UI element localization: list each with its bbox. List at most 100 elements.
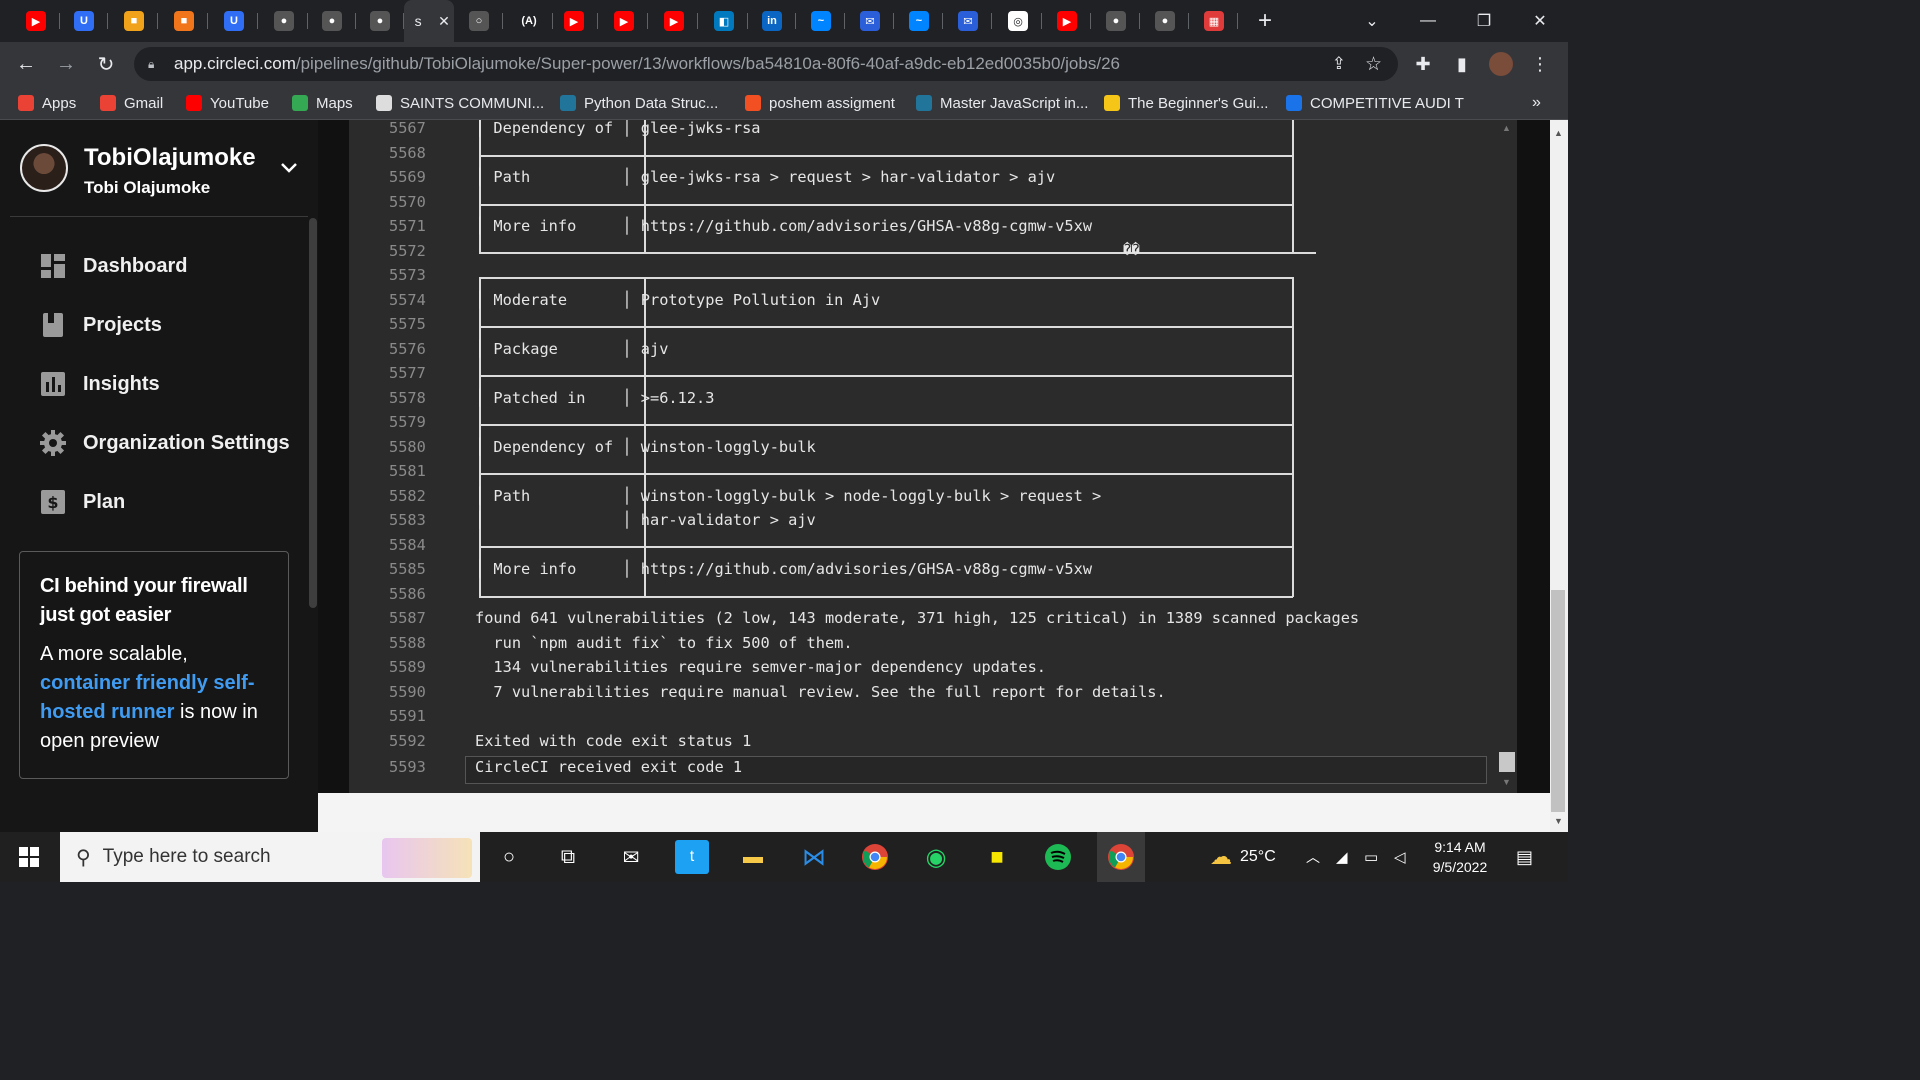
browser-tab[interactable]: ✉ [944, 0, 992, 42]
new-tab-button[interactable]: + [1248, 0, 1282, 42]
browser-tab[interactable]: ▶ [12, 0, 60, 42]
back-arrow-icon[interactable]: ← [12, 50, 40, 78]
terminal-scrollbar-thumb[interactable] [1499, 752, 1515, 772]
page-scrollbar[interactable]: ▲ ▼ [1550, 120, 1568, 832]
browser-tab[interactable]: ◧ [700, 0, 748, 42]
close-tab-icon[interactable]: ✕ [438, 13, 450, 30]
line-number: 5590 [389, 682, 426, 701]
line-number: 5578 [389, 388, 426, 407]
bookmark-star-icon[interactable]: ☆ [1365, 53, 1382, 76]
taskbar-search-box[interactable]: ⚲ Type here to search [60, 832, 480, 882]
browser-tab[interactable]: ◎ [994, 0, 1042, 42]
browser-tab[interactable]: ● [308, 0, 356, 42]
sidebar-item-projects[interactable]: Projects [40, 305, 300, 345]
weather-widget[interactable]: ☁ 25°C [1210, 832, 1276, 882]
browser-tab[interactable]: ~ [895, 0, 943, 42]
share-icon[interactable]: ⇪ [1332, 54, 1346, 74]
chevron-down-icon[interactable] [280, 158, 298, 179]
bookmark-item[interactable]: Gmail [100, 93, 163, 113]
twitter-icon[interactable]: t [675, 840, 709, 874]
sidebar-scrollbar[interactable] [309, 218, 317, 608]
close-window-icon[interactable]: ✕ [1512, 0, 1568, 42]
browser-tab[interactable]: ✉ [846, 0, 894, 42]
sidebar-item-plan[interactable]: $ Plan [40, 482, 300, 522]
bookmark-item[interactable]: Apps [18, 93, 76, 113]
bookmark-label: Apps [42, 94, 77, 112]
browser-tab[interactable]: ▶ [600, 0, 648, 42]
page-scrollbar-thumb[interactable] [1551, 590, 1565, 812]
minimize-icon[interactable]: — [1400, 0, 1456, 42]
profile-avatar[interactable] [1489, 52, 1513, 76]
sidebar-item-label: Projects [83, 313, 162, 336]
spotify-icon[interactable] [1041, 840, 1075, 874]
browser-tab[interactable]: s ✕ [404, 0, 454, 42]
task-view-icon[interactable]: ⧉ [551, 840, 585, 874]
sidebar-item-insights[interactable]: Insights [40, 364, 300, 404]
forward-arrow-icon[interactable]: → [52, 50, 80, 78]
mail-icon[interactable]: ✉ [614, 840, 648, 874]
bookmark-item[interactable]: Master JavaScript in... [916, 93, 1088, 113]
youtube-icon: ▶ [1057, 11, 1077, 31]
browser-tab[interactable]: ▶ [1043, 0, 1091, 42]
file-explorer-icon[interactable]: ▬ [736, 840, 770, 874]
bookmark-item[interactable]: SAINTS COMMUNI... [376, 93, 544, 113]
browser-tab[interactable]: ▶ [550, 0, 598, 42]
chrome-icon[interactable] [858, 840, 892, 874]
browser-tab[interactable]: U [210, 0, 258, 42]
chrome-active-icon[interactable] [1097, 832, 1145, 882]
cortana-icon[interactable]: ○ [492, 840, 526, 874]
browser-tab[interactable]: ● [260, 0, 308, 42]
bookmark-item[interactable]: poshem assigment [745, 93, 895, 113]
tab-separator [107, 13, 108, 29]
bookmark-item[interactable]: Python Data Struc... [560, 93, 718, 113]
browser-tab[interactable]: ● [1092, 0, 1140, 42]
address-bar[interactable]: 🔒︎ app.circleci.com/pipelines/github/Tob… [134, 47, 1398, 81]
browser-tab[interactable]: in [748, 0, 796, 42]
bookmark-item[interactable]: YouTube [186, 93, 269, 113]
youtube-icon: ▶ [26, 11, 46, 31]
vscode-icon[interactable]: ⋈ [797, 840, 831, 874]
browser-tab[interactable]: ■ [110, 0, 158, 42]
handshake-icon [1104, 95, 1120, 111]
clock[interactable]: 9:14 AM 9/5/2022 [1422, 832, 1498, 882]
tab-separator [893, 13, 894, 29]
tab-search-icon[interactable]: ⌄ [1344, 0, 1400, 42]
browser-tab[interactable]: ~ [797, 0, 845, 42]
notifications-icon[interactable]: ▤ [1516, 832, 1533, 882]
bookmark-item[interactable]: COMPETITIVE AUDI T [1286, 93, 1464, 113]
org-switcher[interactable]: TobiOlajumoke Tobi Olajumoke [20, 144, 310, 204]
browser-tab[interactable]: ● [1141, 0, 1189, 42]
browser-tab[interactable]: (A) [505, 0, 553, 42]
sticky-notes-icon[interactable]: ■ [980, 840, 1014, 874]
browser-tab[interactable]: ▦ [1190, 0, 1238, 42]
windows-start-icon[interactable] [12, 840, 46, 874]
browser-tab[interactable]: U [60, 0, 108, 42]
extensions-icon[interactable]: ✚ [1411, 52, 1435, 76]
whatsapp-icon[interactable]: ◉ [919, 840, 953, 874]
reload-icon[interactable]: ↻ [92, 50, 120, 78]
sidebar-item-dashboard[interactable]: Dashboard [40, 246, 300, 286]
sidebar-item-organization-settings[interactable]: Organization Settings [40, 423, 300, 463]
restore-icon[interactable]: ❐ [1456, 0, 1512, 42]
line-text: 134 vulnerabilities require semver-major… [475, 658, 1046, 676]
bookmark-item[interactable]: The Beginner's Gui... [1104, 93, 1268, 113]
more-bookmarks-icon[interactable]: » [1532, 93, 1541, 113]
show-hidden-icons-icon[interactable]: ︿ [1306, 832, 1320, 882]
bookmark-label: Maps [316, 94, 353, 112]
battery-icon[interactable]: ▭ [1364, 832, 1378, 882]
lock-icon[interactable]: 🔒︎ [148, 57, 160, 71]
youtube-icon: ▶ [564, 11, 584, 31]
bookmark-item[interactable]: Maps [292, 93, 353, 113]
terminal-scrollbar[interactable]: ▲ ▼ [1497, 120, 1517, 793]
browser-tab[interactable]: ▶ [650, 0, 698, 42]
wifi-icon[interactable]: ◢ [1336, 832, 1348, 882]
browser-tab[interactable]: ○ [455, 0, 503, 42]
package-icon: ■ [174, 11, 194, 31]
kebab-menu-icon[interactable]: ⋮ [1528, 52, 1552, 76]
volume-icon[interactable]: ◁ [1394, 832, 1406, 882]
browser-tab[interactable]: ■ [160, 0, 208, 42]
browser-tab[interactable]: ● [356, 0, 404, 42]
line-text: │ │ har-validator > ajv [475, 511, 816, 529]
url-text[interactable]: app.circleci.com/pipelines/github/TobiOl… [174, 54, 1120, 74]
side-panel-icon[interactable]: ▮ [1450, 52, 1474, 76]
